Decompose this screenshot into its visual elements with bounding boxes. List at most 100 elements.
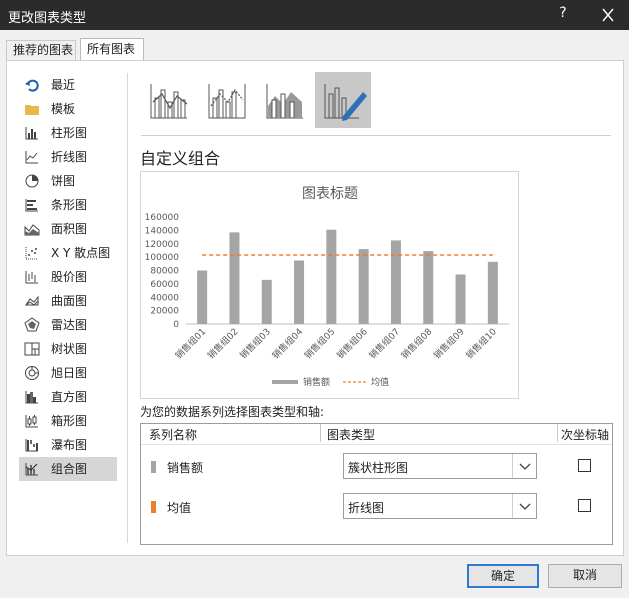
tab-all-charts[interactable]: 所有图表 xyxy=(80,38,144,60)
dropdown-button[interactable] xyxy=(512,454,536,478)
nav-item-box-whisker-chart[interactable]: 箱形图 xyxy=(19,409,117,433)
bar xyxy=(261,279,272,324)
nav-item-sunburst-chart[interactable]: 旭日图 xyxy=(19,361,117,385)
y-tick-label: 40000 xyxy=(150,293,179,303)
subtype-clustered-column-line[interactable] xyxy=(141,72,197,128)
dropdown-button[interactable] xyxy=(512,494,536,518)
tab-recommended-charts[interactable]: 推荐的图表 xyxy=(6,40,76,60)
chart-type-dropdown[interactable]: 折线图 xyxy=(343,493,537,519)
divider xyxy=(320,424,321,442)
secondary-axis-checkbox[interactable] xyxy=(578,459,591,472)
y-tick-label: 80000 xyxy=(150,267,179,277)
combo-chart-icon xyxy=(24,461,40,477)
nav-item-folder[interactable]: 模板 xyxy=(19,97,117,121)
ok-button[interactable]: 确定 xyxy=(467,564,539,588)
nav-item-label: X Y 散点图 xyxy=(51,246,111,260)
x-tick-label: 销售组04 xyxy=(269,325,305,361)
subtype-stacked-area-column[interactable] xyxy=(257,72,313,128)
nav-item-label: 曲面图 xyxy=(51,294,88,308)
pie-chart-icon xyxy=(24,173,40,189)
radar-chart-icon xyxy=(24,317,40,333)
x-tick-label: 销售组01 xyxy=(173,326,209,362)
nav-item-scatter-chart[interactable]: X Y 散点图 xyxy=(19,241,117,265)
legend-swatch-sales xyxy=(272,380,298,384)
y-tick-label: 0 xyxy=(173,320,179,330)
chart-type-dropdown[interactable]: 簇状柱形图 xyxy=(343,453,537,479)
bar xyxy=(294,260,305,324)
nav-item-area-chart[interactable]: 面积图 xyxy=(19,217,117,241)
divider xyxy=(557,424,558,442)
nav-item-column-chart[interactable]: 柱形图 xyxy=(19,121,117,145)
nav-item-line-chart[interactable]: 折线图 xyxy=(19,145,117,169)
subtype-custom-combination[interactable] xyxy=(315,72,371,128)
column-header-secondary-axis: 次坐标轴 xyxy=(561,428,610,442)
dialog-titlebar: 更改图表类型 ? xyxy=(0,0,629,30)
y-tick-label: 140000 xyxy=(145,226,180,236)
chevron-down-icon xyxy=(519,503,531,510)
treemap-chart-icon xyxy=(24,341,40,357)
divider xyxy=(127,73,128,543)
nav-item-label: 树状图 xyxy=(51,342,88,356)
chart-canvas: 图表标题 0 20000 40000 60000 80000 100000 120000 140… xyxy=(145,186,509,388)
dialog-title: 更改图表类型 xyxy=(8,11,87,26)
clustered-column-line-icon xyxy=(150,84,188,119)
legend-label: 均值 xyxy=(371,376,389,388)
stock-chart-icon xyxy=(24,269,40,285)
box-whisker-chart-icon xyxy=(24,413,40,429)
series-color-swatch xyxy=(151,501,156,513)
nav-item-radar-chart[interactable]: 雷达图 xyxy=(19,313,117,337)
nav-item-label: 最近 xyxy=(51,78,76,92)
nav-item-label: 折线图 xyxy=(51,150,88,164)
nav-item-waterfall-chart[interactable]: 瀑布图 xyxy=(19,433,117,457)
area-chart-icon xyxy=(24,221,40,237)
nav-item-label: 饼图 xyxy=(51,174,76,188)
nav-item-recent[interactable]: 最近 xyxy=(19,73,117,97)
bar xyxy=(390,240,401,324)
column-chart-icon xyxy=(24,125,40,141)
series-row: 销售额 簇状柱形图 xyxy=(141,448,612,486)
histogram-chart-icon xyxy=(24,389,40,405)
nav-item-combo-chart[interactable]: 组合图 xyxy=(19,457,117,481)
dropdown-value: 簇状柱形图 xyxy=(348,461,409,475)
chart-type-list: 最近模板柱形图折线图饼图条形图 面积图 X Y 散点图股价图曲面图雷达图树状图旭日图… xyxy=(19,73,117,481)
nav-item-label: 瀑布图 xyxy=(51,438,88,452)
nav-item-surface-chart[interactable]: 曲面图 xyxy=(19,289,117,313)
line-chart-icon xyxy=(24,149,40,165)
nav-item-label: 雷达图 xyxy=(51,318,88,332)
nav-item-histogram-chart[interactable]: 直方图 xyxy=(19,385,117,409)
x-tick-label: 销售组08 xyxy=(399,325,435,361)
series-name: 销售额 xyxy=(167,461,204,475)
nav-item-label: 直方图 xyxy=(51,390,88,404)
bar xyxy=(423,251,434,324)
sunburst-chart-icon xyxy=(24,365,40,381)
nav-item-pie-chart[interactable]: 饼图 xyxy=(19,169,117,193)
series-table: 系列名称 图表类型 次坐标轴 销售额 簇状柱形图 均值 折线图 xyxy=(140,423,613,545)
all-charts-panel: 最近 模板 柱形图 折线图 饼图 条形图 面积图 X Y 散点图 股价图 曲面图 雷达图 树状图 旭日图… xyxy=(6,60,624,556)
scatter-chart-icon xyxy=(24,245,40,261)
x-tick-label: 销售组05 xyxy=(302,326,338,362)
subtype-column-line-secondary-axis[interactable] xyxy=(199,72,255,128)
y-tick-label: 100000 xyxy=(145,253,180,263)
x-tick-label: 销售组02 xyxy=(205,326,241,362)
bar xyxy=(326,229,337,324)
help-button[interactable]: ? xyxy=(553,5,573,21)
nav-item-treemap-chart[interactable]: 树状图 xyxy=(19,337,117,361)
close-icon xyxy=(602,8,614,22)
nav-item-stock-chart[interactable]: 股价图 xyxy=(19,265,117,289)
bar xyxy=(197,270,208,324)
y-tick-label: 160000 xyxy=(145,213,180,223)
combo-subtype-gallery xyxy=(141,72,381,130)
y-tick-label: 120000 xyxy=(145,240,180,250)
chart-preview: 图表标题 0 20000 40000 60000 80000 100000 120000 140… xyxy=(140,171,519,399)
nav-item-label: 箱形图 xyxy=(51,414,88,428)
bar xyxy=(358,249,369,324)
x-tick-label: 销售组06 xyxy=(334,325,370,361)
x-tick-label: 销售组03 xyxy=(237,326,273,362)
series-color-swatch xyxy=(151,461,156,473)
secondary-axis-checkbox[interactable] xyxy=(578,499,591,512)
nav-item-label: 模板 xyxy=(51,102,76,116)
cancel-button[interactable]: 取消 xyxy=(548,564,622,588)
nav-item-bar-chart[interactable]: 条形图 xyxy=(19,193,117,217)
close-button[interactable] xyxy=(597,6,619,24)
x-tick-label: 销售组07 xyxy=(366,326,402,362)
